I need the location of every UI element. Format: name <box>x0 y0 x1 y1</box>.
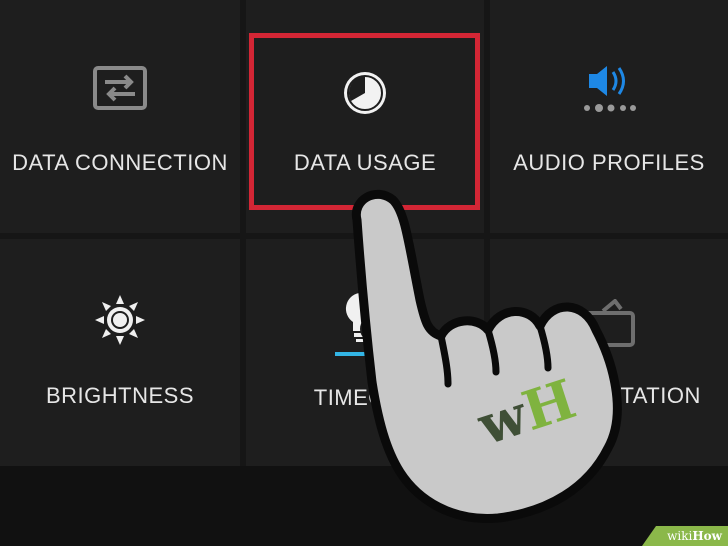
pointing-hand-illustration <box>351 190 622 523</box>
wikihow-watermark: wikiHow <box>642 526 728 546</box>
